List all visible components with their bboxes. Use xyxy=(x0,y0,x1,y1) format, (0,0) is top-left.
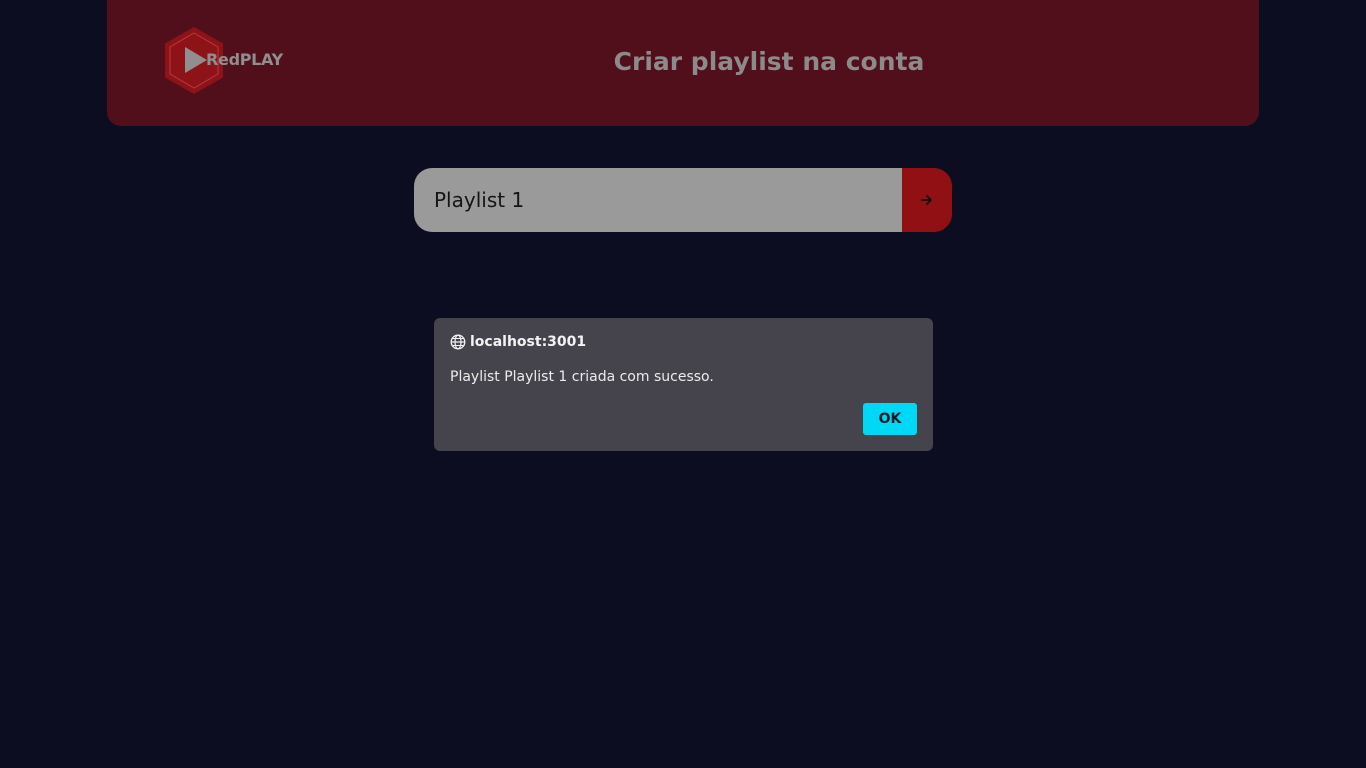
dialog-origin-text: localhost:3001 xyxy=(470,334,587,350)
page-title: Criar playlist na conta xyxy=(613,47,925,76)
create-playlist-form xyxy=(414,168,952,232)
arrow-right-icon xyxy=(921,195,932,205)
submit-button[interactable] xyxy=(902,168,952,232)
alert-dialog: localhost:3001 Playlist Playlist 1 criad… xyxy=(434,318,933,451)
ok-button[interactable]: OK xyxy=(863,403,917,435)
app-header: RedPLAY Criar playlist na conta xyxy=(107,0,1259,126)
dialog-message: Playlist Playlist 1 criada com sucesso. xyxy=(450,369,714,385)
playlist-name-input[interactable] xyxy=(414,168,902,232)
dialog-origin: localhost:3001 xyxy=(450,334,586,350)
globe-icon xyxy=(450,334,466,350)
